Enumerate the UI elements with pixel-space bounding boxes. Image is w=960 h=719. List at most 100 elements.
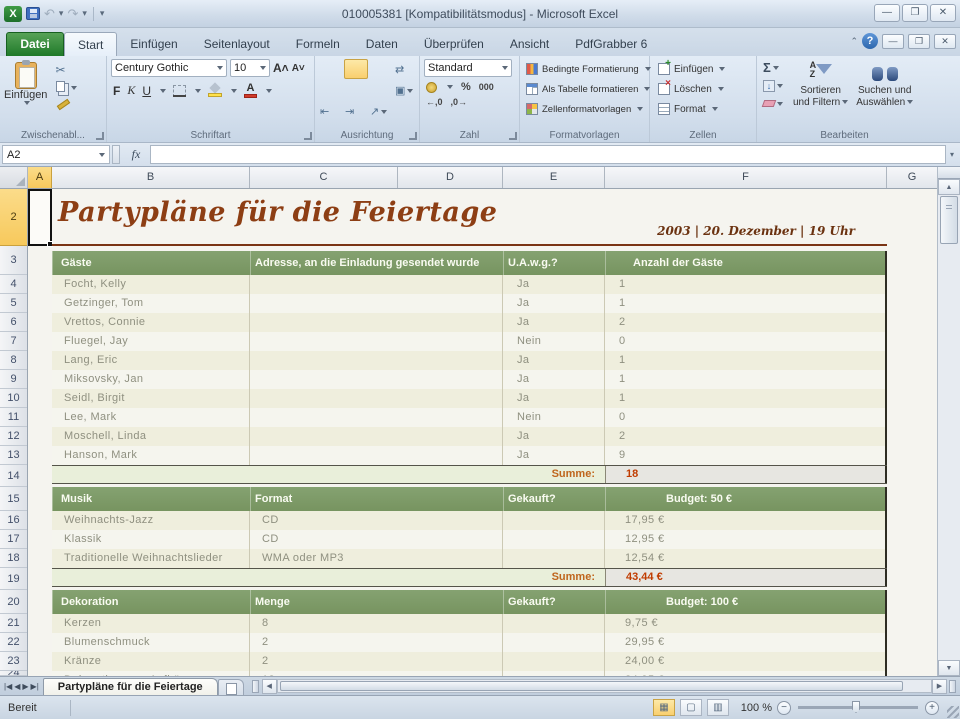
prev-sheet-icon[interactable]: ◀ bbox=[14, 682, 20, 691]
font-size-select[interactable]: 10 bbox=[230, 59, 270, 77]
row-header[interactable]: 17 bbox=[0, 530, 27, 549]
conditional-formatting-button[interactable]: Bedingte Formatierung bbox=[526, 59, 647, 79]
row-header[interactable]: 6 bbox=[0, 313, 27, 332]
music-price[interactable]: 12,54 € bbox=[605, 549, 887, 568]
scroll-down-icon[interactable]: ▼ bbox=[938, 660, 960, 676]
guest-rsvp[interactable]: Ja bbox=[503, 446, 605, 465]
decoration-qty[interactable]: 2 bbox=[250, 633, 503, 652]
guest-name[interactable]: Seidl, Birgit bbox=[52, 389, 250, 408]
horizontal-scroll-thumb[interactable] bbox=[280, 681, 903, 691]
row-header[interactable]: 5 bbox=[0, 294, 27, 313]
music-row[interactable]: Weihnachts-JazzCD17,95 € bbox=[52, 511, 887, 530]
music-bought[interactable] bbox=[503, 549, 605, 568]
tab-daten[interactable]: Daten bbox=[353, 32, 411, 56]
align-right-button[interactable] bbox=[369, 80, 393, 100]
normal-view-button[interactable]: ▦ bbox=[653, 699, 675, 716]
grow-font-icon[interactable]: A˄ bbox=[273, 61, 289, 75]
music-price[interactable]: 17,95 € bbox=[605, 511, 887, 530]
zoom-level[interactable]: 100 % bbox=[734, 702, 772, 714]
music-format[interactable]: CD bbox=[250, 511, 503, 530]
font-name-select[interactable]: Century Gothic bbox=[111, 59, 227, 77]
fill-button[interactable]: ↓ bbox=[763, 80, 783, 92]
copy-icon[interactable] bbox=[56, 81, 65, 92]
increase-decimal-icon[interactable]: ←,0 bbox=[426, 97, 443, 107]
underline-button[interactable]: U bbox=[142, 84, 151, 98]
percent-style-button[interactable]: % bbox=[461, 81, 471, 93]
tab-datei[interactable]: Datei bbox=[6, 32, 64, 56]
increase-indent-icon[interactable]: ⇥ bbox=[344, 101, 368, 121]
row-header[interactable]: 3 bbox=[0, 246, 27, 275]
decoration-name[interactable]: Blumenschmuck bbox=[52, 633, 250, 652]
music-price[interactable]: 12,95 € bbox=[605, 530, 887, 549]
name-box-splitter[interactable] bbox=[112, 145, 120, 164]
guest-row[interactable]: Hanson, MarkJa9 bbox=[52, 446, 887, 465]
music-row[interactable]: KlassikCD12,95 € bbox=[52, 530, 887, 549]
decoration-bought[interactable] bbox=[503, 633, 605, 652]
guest-row[interactable]: Miksovsky, JanJa1 bbox=[52, 370, 887, 389]
guest-name[interactable]: Miksovsky, Jan bbox=[52, 370, 250, 389]
row-header[interactable]: 8 bbox=[0, 351, 27, 370]
copy-dropdown-icon[interactable] bbox=[71, 86, 77, 90]
row-header[interactable]: 4 bbox=[0, 275, 27, 294]
guest-count[interactable]: 1 bbox=[605, 389, 887, 408]
align-left-button[interactable] bbox=[319, 80, 343, 100]
column-header-a[interactable]: A bbox=[28, 167, 52, 188]
guest-rsvp[interactable]: Nein bbox=[503, 332, 605, 351]
guest-row[interactable]: Moschell, LindaJa2 bbox=[52, 427, 887, 446]
minimize-button[interactable]: — bbox=[874, 4, 900, 22]
music-name[interactable]: Klassik bbox=[52, 530, 250, 549]
guest-address[interactable] bbox=[250, 294, 503, 313]
guest-name[interactable]: Vrettos, Connie bbox=[52, 313, 250, 332]
row-header[interactable]: 20 bbox=[0, 590, 27, 614]
sheet-tab-active[interactable]: Partypläne für die Feiertage bbox=[43, 678, 218, 695]
format-painter-icon[interactable] bbox=[57, 99, 71, 111]
guest-rsvp[interactable]: Ja bbox=[503, 313, 605, 332]
row-header[interactable]: 2 bbox=[0, 189, 27, 246]
clipboard-dialog-launcher-icon[interactable] bbox=[96, 132, 104, 140]
tab-seitenlayout[interactable]: Seitenlayout bbox=[191, 32, 283, 56]
align-middle-button[interactable] bbox=[344, 59, 368, 79]
decoration-qty[interactable]: 8 bbox=[250, 614, 503, 633]
zoom-slider[interactable] bbox=[798, 706, 918, 709]
cell-styles-button[interactable]: Zellenformatvorlagen bbox=[526, 99, 647, 119]
last-sheet-icon[interactable]: ▶| bbox=[31, 682, 39, 691]
guest-rsvp[interactable]: Ja bbox=[503, 427, 605, 446]
vertical-scrollbar[interactable]: ▲ ▼ bbox=[937, 167, 960, 676]
bold-button[interactable]: F bbox=[113, 84, 120, 98]
guest-name[interactable]: Hanson, Mark bbox=[52, 446, 250, 465]
align-center-button[interactable] bbox=[344, 80, 368, 100]
workbook-restore-button[interactable]: ❐ bbox=[908, 34, 930, 49]
tab-ansicht[interactable]: Ansicht bbox=[497, 32, 562, 56]
insert-cells-button[interactable]: Einfügen bbox=[658, 59, 754, 79]
guest-row[interactable]: Vrettos, ConnieJa2 bbox=[52, 313, 887, 332]
decoration-bought[interactable] bbox=[503, 614, 605, 633]
guest-count[interactable]: 0 bbox=[605, 332, 887, 351]
scroll-up-icon[interactable]: ▲ bbox=[938, 179, 960, 195]
row-header[interactable]: 13 bbox=[0, 446, 27, 465]
expand-formula-bar-icon[interactable]: ▾ bbox=[950, 150, 958, 159]
decoration-bought[interactable] bbox=[503, 652, 605, 671]
decrease-indent-icon[interactable]: ⇤ bbox=[319, 101, 343, 121]
guest-address[interactable] bbox=[250, 332, 503, 351]
resize-grip[interactable] bbox=[947, 706, 959, 718]
guest-address[interactable] bbox=[250, 389, 503, 408]
insert-function-button[interactable]: fx bbox=[122, 147, 150, 162]
guest-rsvp[interactable]: Nein bbox=[503, 408, 605, 427]
music-row[interactable]: Traditionelle WeihnachtsliederWMA oder M… bbox=[52, 549, 887, 568]
page-break-view-button[interactable]: ▥ bbox=[707, 699, 729, 716]
number-dialog-launcher-icon[interactable] bbox=[509, 132, 517, 140]
shrink-font-icon[interactable]: A˅ bbox=[292, 63, 305, 74]
guest-address[interactable] bbox=[250, 313, 503, 332]
guest-count[interactable]: 1 bbox=[605, 370, 887, 389]
close-button[interactable]: ✕ bbox=[930, 4, 956, 22]
select-all-corner[interactable] bbox=[0, 167, 28, 188]
vertical-split-box[interactable] bbox=[938, 167, 960, 179]
decoration-name[interactable]: Kränze bbox=[52, 652, 250, 671]
merge-center-icon[interactable]: ▣ bbox=[394, 80, 418, 100]
guest-row[interactable]: Lee, MarkNein0 bbox=[52, 408, 887, 427]
scroll-right-icon[interactable]: ▶ bbox=[932, 679, 947, 694]
guest-name[interactable]: Fluegel, Jay bbox=[52, 332, 250, 351]
music-name[interactable]: Traditionelle Weihnachtslieder bbox=[52, 549, 250, 568]
workbook-close-button[interactable]: ✕ bbox=[934, 34, 956, 49]
music-bought[interactable] bbox=[503, 530, 605, 549]
